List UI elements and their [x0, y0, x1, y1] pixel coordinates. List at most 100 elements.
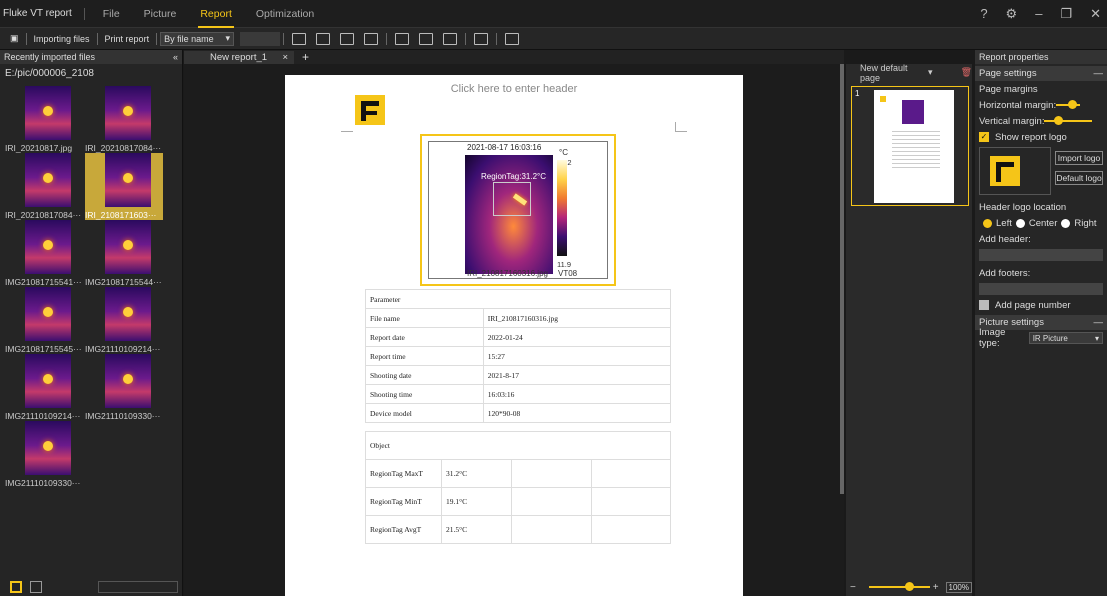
add-page-number-row[interactable]: Add page number: [975, 297, 1107, 313]
report-logo[interactable]: [355, 95, 385, 125]
monitor-icon[interactable]: [443, 32, 458, 45]
import-logo-button[interactable]: Import logo: [1055, 151, 1103, 165]
export-icon[interactable]: [505, 32, 520, 45]
tab-new-report[interactable]: New report_1 ×: [184, 50, 294, 64]
slider-knob[interactable]: [1068, 100, 1078, 109]
toolbar-field[interactable]: [240, 31, 281, 46]
settings-icon[interactable]: ⚙: [1006, 6, 1018, 22]
checkbox-checked-icon[interactable]: ✓: [979, 132, 989, 142]
region-box: [493, 182, 531, 216]
file-thumbnail[interactable]: IMG21081715541···: [5, 220, 83, 287]
sort-select[interactable]: By file name ▾: [160, 31, 235, 46]
page-settings-header[interactable]: Page settings —: [975, 66, 1107, 81]
eraser-icon[interactable]: [474, 32, 489, 45]
horizontal-margin-slider[interactable]: [1056, 100, 1081, 109]
file-thumbnail[interactable]: IRI_20210817084···: [85, 86, 163, 153]
divider: [83, 7, 85, 20]
sort-select-value: By file name: [164, 33, 214, 44]
file-name: IMG21110109214···: [85, 344, 161, 354]
table-row: Device model 120*90-08: [365, 403, 672, 423]
filter-input[interactable]: [98, 581, 178, 593]
zoom-out-icon[interactable]: −: [850, 582, 856, 593]
header-input[interactable]: [979, 249, 1103, 261]
margin-mark: [675, 122, 687, 132]
print-report-button[interactable]: Print report: [101, 34, 154, 44]
add-tab-icon[interactable]: +: [302, 50, 309, 64]
zoom-slider[interactable]: [868, 582, 930, 591]
bar-chart-icon[interactable]: [395, 32, 410, 45]
zoom-level[interactable]: 100%: [945, 581, 972, 593]
file-thumbnail-selected[interactable]: IRI_2108171603···: [85, 153, 163, 220]
radio-label: Left: [996, 217, 1012, 229]
grid-view-icon[interactable]: [10, 581, 22, 593]
file-name: IRI_20210817084···: [85, 143, 162, 153]
parameter-table[interactable]: Parameter File name IRI_210817160316.jpg …: [365, 289, 672, 423]
page-template-select[interactable]: New default page: [860, 63, 922, 83]
report-page[interactable]: Click here to enter header 2021-08-17 16…: [285, 75, 743, 596]
help-icon[interactable]: ?: [980, 6, 987, 22]
importing-files-button[interactable]: Importing files: [30, 34, 94, 44]
show-logo-row[interactable]: ✓ Show report logo: [975, 129, 1107, 145]
footer-input[interactable]: [979, 283, 1103, 295]
file-thumbnail[interactable]: IMG21110109214···: [5, 354, 83, 421]
thumbnail-image: [25, 220, 71, 274]
collapse-icon[interactable]: «: [173, 52, 178, 62]
file-thumbnail[interactable]: IRI_20210817.jpg: [5, 86, 83, 153]
close-icon[interactable]: ✕: [1090, 6, 1101, 22]
menu-picture[interactable]: Picture: [132, 8, 189, 20]
list-view-icon[interactable]: [30, 581, 42, 593]
slider-knob[interactable]: [1054, 116, 1064, 125]
menu-file[interactable]: File: [91, 8, 132, 20]
zoom-slider-knob[interactable]: [904, 582, 914, 591]
object-table[interactable]: Object RegionTag MaxT 31.2°C RegionTag Mi…: [365, 431, 671, 544]
thumbnail-image: [25, 287, 71, 341]
file-name: IRI_2108171603···: [85, 210, 157, 220]
chevron-down-icon[interactable]: ▾: [928, 67, 933, 78]
image-type-value: IR Picture: [1032, 333, 1068, 343]
editor-scrollbar[interactable]: [840, 64, 844, 494]
zoom-in-icon[interactable]: +: [933, 582, 939, 593]
trash-icon[interactable]: 🗑: [961, 67, 972, 78]
page-template-bar: New default page ▾ 🗑: [846, 63, 972, 83]
mini-page: [874, 90, 954, 203]
minimize-icon[interactable]: –: [1035, 6, 1042, 22]
radio-right[interactable]: [1061, 218, 1071, 228]
default-logo-button[interactable]: Default logo: [1055, 171, 1103, 185]
restore-icon[interactable]: ❐: [1060, 6, 1072, 22]
file-thumbnail[interactable]: IMG21081715545···: [5, 287, 83, 354]
window-controls: ? ⚙ – ❐ ✕: [980, 6, 1101, 22]
file-thumbnail[interactable]: IMG21110109214···: [85, 287, 163, 354]
insert-frame-icon[interactable]: [364, 32, 379, 45]
page-thumbnail[interactable]: 1: [851, 86, 969, 206]
logo-section: Import logo Default logo: [975, 147, 1107, 199]
table-row: Shooting date 2021-8-17: [365, 365, 672, 385]
file-thumbnail[interactable]: IMG21081715544···: [85, 220, 163, 287]
insert-picture-icon[interactable]: [292, 32, 307, 45]
menu-optimization[interactable]: Optimization: [244, 8, 326, 20]
file-name: IMG21081715541···: [5, 277, 82, 287]
insert-image-text-icon[interactable]: [316, 32, 331, 45]
vertical-margin-label: Vertical margin:: [979, 115, 1045, 127]
file-thumbnail[interactable]: IRI_20210817084···: [5, 153, 83, 220]
header-placeholder[interactable]: Click here to enter header: [285, 83, 743, 95]
insert-table-icon[interactable]: [340, 32, 355, 45]
image-type-select[interactable]: IR Picture ▾: [1028, 332, 1103, 344]
close-tab-icon[interactable]: ×: [282, 52, 288, 63]
file-thumbnail[interactable]: IMG21110109330···: [5, 421, 83, 488]
logo-location-label: Header logo location: [979, 201, 1067, 213]
collapse-icon[interactable]: —: [1094, 68, 1104, 79]
file-thumbnail[interactable]: IMG21110109330···: [85, 354, 163, 421]
checkbox-unchecked-icon[interactable]: [979, 300, 989, 310]
object-label: RegionTag MinT: [365, 487, 442, 516]
view-toggle: [0, 578, 183, 596]
save-icon[interactable]: ▣: [6, 33, 23, 44]
image-type-row: Image type: IR Picture ▾: [975, 327, 1107, 349]
object-title: Object: [365, 431, 671, 460]
line-chart-icon[interactable]: [419, 32, 434, 45]
radio-left[interactable]: [983, 218, 992, 228]
collapse-icon[interactable]: —: [1094, 317, 1104, 328]
ir-image-block[interactable]: 2021-08-17 16:03:16 RegionTag:31.2°C °C …: [420, 134, 616, 286]
menu-report[interactable]: Report: [188, 8, 244, 28]
vertical-margin-slider[interactable]: [1044, 116, 1093, 125]
radio-center[interactable]: [1015, 218, 1025, 228]
